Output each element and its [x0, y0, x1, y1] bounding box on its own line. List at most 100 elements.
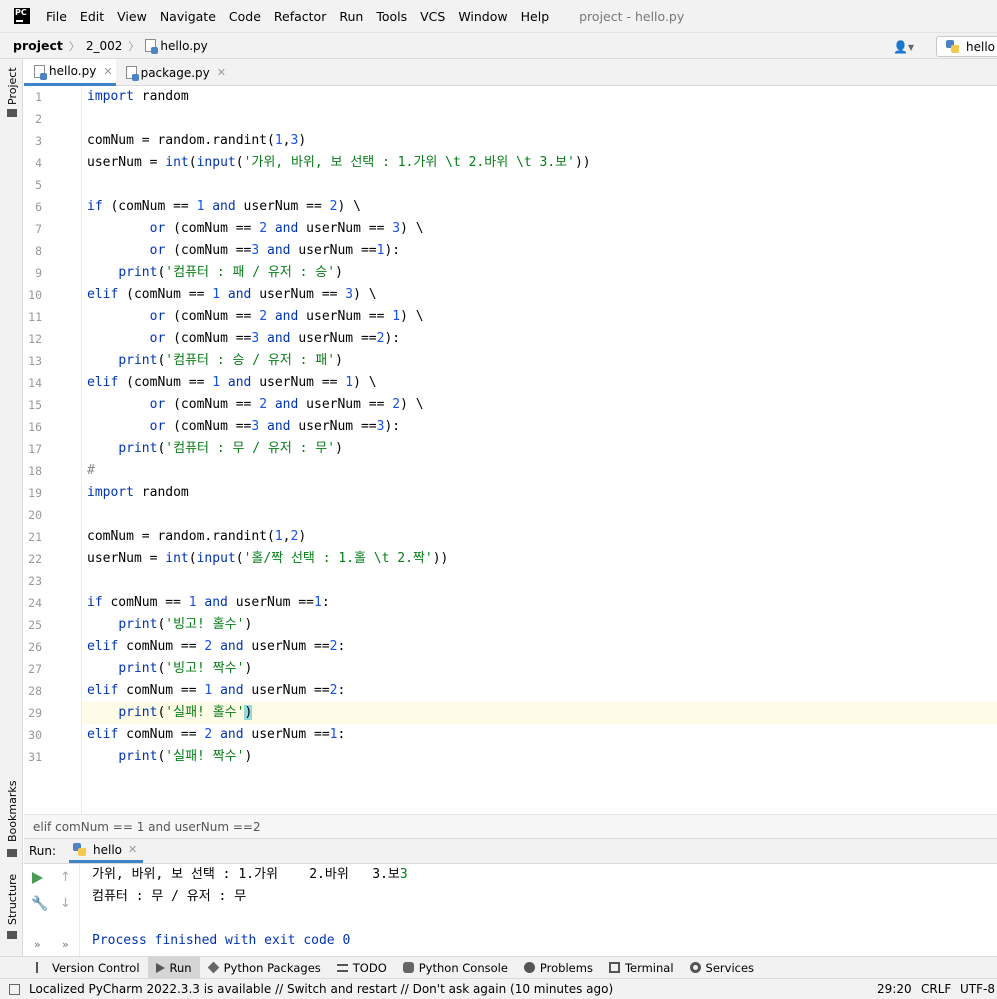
- code-line[interactable]: or (comNum == 2 and userNum == 2) \: [87, 394, 424, 416]
- run-toolbar: 🔧 ↑ ↓ » »: [24, 864, 80, 956]
- nav-file[interactable]: hello.py: [160, 39, 207, 53]
- menu-edit[interactable]: Edit: [80, 9, 104, 24]
- line-number: 21: [28, 530, 42, 544]
- nav-folder[interactable]: 2_002: [86, 39, 123, 53]
- menu-help[interactable]: Help: [521, 9, 550, 24]
- close-icon[interactable]: ✕: [103, 65, 112, 78]
- line-number: 4: [35, 156, 42, 170]
- file-encoding[interactable]: UTF-8: [960, 982, 995, 996]
- menu-vcs[interactable]: VCS: [420, 9, 445, 24]
- left-tool-strip: Project Bookmarks Structure: [0, 59, 23, 956]
- bookmark-icon: [7, 849, 17, 857]
- python-icon: [946, 40, 959, 53]
- code-line[interactable]: print('빙고! 홀수'): [87, 614, 252, 636]
- nav-project[interactable]: project: [13, 38, 63, 53]
- code-line[interactable]: elif (comNum == 1 and userNum == 3) \: [87, 284, 377, 306]
- code-line[interactable]: elif comNum == 2 and userNum ==1:: [87, 724, 345, 746]
- code-line[interactable]: print('컴퓨터 : 승 / 유저 : 패'): [87, 350, 343, 372]
- code-line[interactable]: if comNum == 1 and userNum ==1:: [87, 592, 330, 614]
- structure-tool-button[interactable]: Structure: [6, 874, 19, 925]
- tool-services[interactable]: Services: [682, 957, 763, 979]
- menu-tools[interactable]: Tools: [376, 9, 407, 24]
- bookmarks-tool-button[interactable]: Bookmarks: [6, 781, 19, 842]
- menu-navigate[interactable]: Navigate: [160, 9, 216, 24]
- tool-run[interactable]: Run: [147, 956, 200, 979]
- code-editor[interactable]: 1 2 3 4 5 6 7 8 9 10 11 12 13 14 15 16 17 18 19 20 21 22 23 24 2…: [24, 86, 997, 814]
- update-icon: [9, 983, 20, 995]
- folder-icon: [7, 109, 17, 117]
- status-message[interactable]: Localized PyCharm 2022.3.3 is available …: [29, 982, 613, 996]
- tool-python-packages[interactable]: Python Packages: [200, 957, 329, 979]
- menu-view[interactable]: View: [117, 9, 147, 24]
- run-config-selector[interactable]: hello: [936, 36, 997, 57]
- code-line[interactable]: print('컴퓨터 : 패 / 유저 : 승'): [87, 262, 343, 284]
- code-line[interactable]: import random: [87, 86, 189, 108]
- tab-hello-py[interactable]: hello.py ✕: [24, 59, 116, 86]
- tab-package-py[interactable]: package.py ✕: [116, 59, 226, 86]
- line-number: 7: [35, 222, 42, 236]
- line-number: 2: [35, 112, 42, 126]
- code-line[interactable]: or (comNum ==3 and userNum ==3):: [87, 416, 400, 438]
- code-line[interactable]: userNum = int(input('홀/짝 선택 : 1.홀 \t 2.짝…: [87, 548, 448, 570]
- console-exit-line: Process finished with exit code 0: [92, 933, 351, 948]
- menu-run[interactable]: Run: [339, 9, 363, 24]
- tool-python-console[interactable]: Python Console: [395, 957, 516, 979]
- arrow-up-icon[interactable]: ↑: [60, 870, 71, 885]
- menu-window[interactable]: Window: [458, 9, 507, 24]
- code-line[interactable]: elif comNum == 2 and userNum ==2:: [87, 636, 345, 658]
- code-line[interactable]: elif (comNum == 1 and userNum == 1) \: [87, 372, 377, 394]
- menu-code[interactable]: Code: [229, 9, 261, 24]
- more-icon[interactable]: »: [62, 938, 69, 951]
- code-line[interactable]: print('실패! 홀수'): [87, 702, 253, 724]
- code-line[interactable]: or (comNum == 2 and userNum == 3) \: [87, 218, 424, 240]
- run-config-label: hello: [966, 39, 995, 54]
- project-tool-button[interactable]: Project: [6, 67, 19, 105]
- code-line[interactable]: print('빙고! 짝수'): [87, 658, 252, 680]
- bottom-tool-bar: Version Control Run Python Packages TODO…: [0, 956, 997, 979]
- wrench-icon[interactable]: 🔧: [31, 896, 48, 912]
- code-line[interactable]: #: [87, 460, 95, 482]
- line-number: 10: [28, 288, 42, 302]
- line-number: 22: [28, 552, 42, 566]
- code-line[interactable]: or (comNum ==3 and userNum ==2):: [87, 328, 400, 350]
- code-line[interactable]: or (comNum == 2 and userNum == 1) \: [87, 306, 424, 328]
- line-separator[interactable]: CRLF: [921, 982, 951, 996]
- close-icon[interactable]: ✕: [128, 843, 137, 856]
- menu-refactor[interactable]: Refactor: [274, 9, 326, 24]
- tab-label: package.py: [140, 65, 210, 80]
- code-line[interactable]: import random: [87, 482, 189, 504]
- run-tab-hello[interactable]: hello ✕: [69, 839, 143, 863]
- code-line[interactable]: comNum = random.randint(1,3): [87, 130, 306, 152]
- menu-file[interactable]: File: [46, 9, 67, 24]
- code-line[interactable]: comNum = random.randint(1,2): [87, 526, 306, 548]
- tool-version-control[interactable]: Version Control: [28, 957, 148, 979]
- breadcrumb-text: elif comNum == 1 and userNum ==2: [33, 819, 261, 834]
- code-line[interactable]: if (comNum == 1 and userNum == 2) \: [87, 196, 361, 218]
- rerun-icon[interactable]: [32, 872, 43, 884]
- chevron-right-icon: 〉: [128, 39, 140, 53]
- line-number: 28: [28, 684, 42, 698]
- close-icon[interactable]: ✕: [217, 66, 226, 79]
- caret-position[interactable]: 29:20: [877, 982, 912, 996]
- code-line[interactable]: userNum = int(input('가위, 바위, 보 선택 : 1.가위…: [87, 152, 591, 174]
- line-number: 30: [28, 728, 42, 742]
- code-line[interactable]: print('컴퓨터 : 무 / 유저 : 무'): [87, 438, 343, 460]
- line-number: 11: [28, 310, 42, 324]
- line-number-gutter: 1 2 3 4 5 6 7 8 9 10 11 12 13 14 15 16 17 18 19 20 21 22 23 24 2…: [24, 86, 82, 814]
- python-console-icon: [402, 962, 414, 973]
- tool-label: Version Control: [52, 960, 140, 975]
- code-line[interactable]: print('실패! 짝수'): [87, 746, 252, 768]
- arrow-down-icon[interactable]: ↓: [60, 896, 71, 911]
- tool-terminal[interactable]: Terminal: [601, 957, 682, 979]
- user-account-icon[interactable]: 👤▾: [893, 40, 917, 54]
- structure-icon: [7, 931, 17, 939]
- tool-todo[interactable]: TODO: [329, 957, 395, 979]
- code-line[interactable]: elif comNum == 1 and userNum ==2:: [87, 680, 345, 702]
- line-number: 5: [35, 178, 42, 192]
- more-icon[interactable]: »: [34, 938, 41, 951]
- line-number: 19: [28, 486, 42, 500]
- tool-problems[interactable]: Problems: [516, 957, 601, 979]
- code-breadcrumb[interactable]: elif comNum == 1 and userNum ==2: [24, 814, 997, 838]
- line-number: 26: [28, 640, 42, 654]
- code-line[interactable]: or (comNum ==3 and userNum ==1):: [87, 240, 400, 262]
